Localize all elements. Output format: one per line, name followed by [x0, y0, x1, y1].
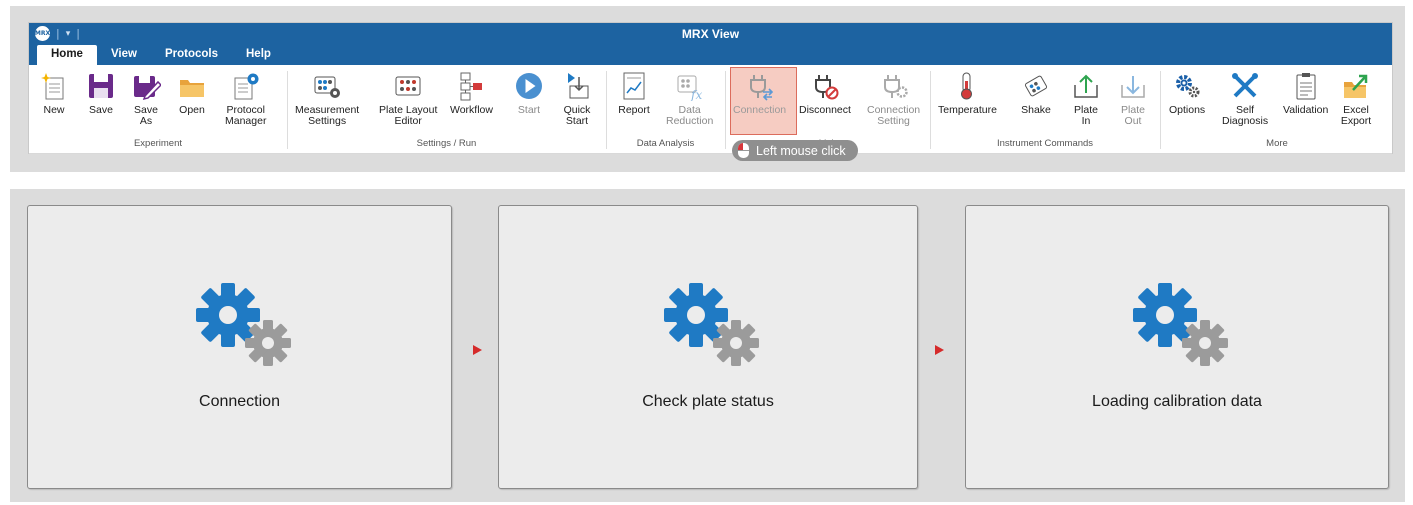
- play-icon: [512, 71, 546, 101]
- validation-icon: [1289, 71, 1323, 101]
- folder-icon: [175, 71, 209, 101]
- new-document-icon: [37, 71, 71, 101]
- options-gears-icon: [1170, 71, 1204, 101]
- data-reduction-button-label: Data Reduction: [666, 104, 714, 127]
- plug-connect-icon: [743, 71, 777, 101]
- ribbon-home: New Save Save As Open Protocol Manager M…: [29, 65, 1392, 154]
- plate-out-button-label: Plate Out: [1121, 104, 1145, 127]
- tab-view[interactable]: View: [97, 45, 151, 65]
- group-label-experiment: Experiment: [133, 138, 183, 149]
- mrx-view-window: MRX | ▾ | MRX View Home View Protocols H…: [28, 22, 1393, 154]
- disconnect-button[interactable]: Disconnect: [799, 71, 851, 116]
- plate-out-icon: [1116, 71, 1150, 101]
- mouse-left-click-icon: [738, 143, 749, 158]
- tab-protocols[interactable]: Protocols: [151, 45, 232, 65]
- report-button-label: Report: [618, 104, 650, 116]
- workflow-button-label: Workflow: [450, 104, 493, 116]
- plate-out-button[interactable]: Plate Out: [1116, 71, 1150, 127]
- new-button[interactable]: New: [37, 71, 71, 116]
- gears-icon: [1133, 283, 1228, 366]
- step-loading-calibration-data: Loading calibration data: [965, 205, 1389, 489]
- plate-layout-icon: [391, 71, 425, 101]
- save-button[interactable]: Save: [84, 71, 118, 116]
- shake-icon: [1019, 71, 1053, 101]
- temperature-button[interactable]: Temperature: [938, 71, 997, 116]
- group-label-instrument-commands: Instrument Commands: [996, 138, 1094, 149]
- validation-button[interactable]: Validation: [1283, 71, 1328, 116]
- window-title: MRX View: [681, 27, 740, 41]
- excel-export-icon: [1339, 71, 1373, 101]
- step-label: Check plate status: [642, 393, 774, 410]
- thermometer-icon: [950, 71, 984, 101]
- connection-setting-button[interactable]: Connection Setting: [867, 71, 920, 127]
- options-button[interactable]: Options: [1169, 71, 1205, 116]
- plate-layout-editor-button-label: Plate Layout Editor: [379, 104, 438, 127]
- save-as-button[interactable]: Save As: [129, 71, 163, 127]
- ribbon-tab-bar: Home View Protocols Help: [29, 45, 1392, 65]
- quick-start-button[interactable]: Quick Start: [560, 71, 594, 127]
- report-icon: [617, 71, 651, 101]
- gears-icon: [664, 283, 759, 366]
- tab-home[interactable]: Home: [37, 45, 97, 65]
- connection-button-label: Connection: [733, 104, 787, 116]
- connection-setting-icon: [877, 71, 911, 101]
- report-button[interactable]: Report: [617, 71, 651, 116]
- step-label: Loading calibration data: [1092, 393, 1262, 410]
- self-diagnosis-icon: [1228, 71, 1262, 101]
- validation-button-label: Validation: [1283, 104, 1329, 116]
- data-reduction-icon: fx: [673, 71, 707, 101]
- measurement-settings-icon: [310, 71, 344, 101]
- data-reduction-button[interactable]: fx Data Reduction: [666, 71, 713, 127]
- step-check-plate-status: Check plate status: [498, 205, 918, 489]
- disconnect-button-label: Disconnect: [799, 104, 851, 116]
- start-button-label: Start: [517, 104, 541, 116]
- plug-disconnect-icon: [808, 71, 842, 101]
- self-diagnosis-button-label: Self Diagnosis: [1222, 104, 1269, 127]
- options-button-label: Options: [1169, 104, 1206, 116]
- protocol-manager-button-label: Protocol Manager: [225, 104, 267, 127]
- callout-text: Left mouse click: [756, 143, 846, 158]
- workflow-button[interactable]: Workflow: [450, 71, 493, 116]
- save-as-icon: [129, 71, 163, 101]
- connection-setting-button-label: Connection Setting: [867, 104, 921, 127]
- save-button-label: Save: [89, 104, 113, 116]
- plate-in-icon: [1069, 71, 1103, 101]
- group-label-more: More: [1266, 138, 1288, 149]
- left-mouse-click-callout: Left mouse click: [732, 140, 858, 161]
- save-as-button-label: Save As: [134, 104, 158, 127]
- protocol-manager-button[interactable]: Protocol Manager: [225, 71, 266, 127]
- protocol-manager-icon: [229, 71, 263, 101]
- excel-export-button-label: Excel Export: [1340, 104, 1372, 127]
- svg-text:fx: fx: [690, 88, 702, 101]
- self-diagnosis-button[interactable]: Self Diagnosis: [1222, 71, 1268, 127]
- save-icon: [84, 71, 118, 101]
- connection-button[interactable]: Connection: [733, 71, 786, 116]
- open-button[interactable]: Open: [175, 71, 209, 116]
- gears-icon: [195, 283, 291, 366]
- temperature-button-label: Temperature: [938, 104, 997, 116]
- workflow-icon: [454, 71, 488, 101]
- new-button-label: New: [43, 104, 65, 116]
- step-arrow-icon: [935, 345, 944, 355]
- group-label-data-analysis: Data Analysis: [636, 138, 695, 149]
- open-button-label: Open: [179, 104, 205, 116]
- tab-help[interactable]: Help: [232, 45, 285, 65]
- step-arrow-icon: [473, 345, 482, 355]
- measurement-settings-button-label: Measurement Settings: [295, 104, 360, 127]
- plate-in-button[interactable]: Plate In: [1069, 71, 1103, 127]
- start-button[interactable]: Start: [512, 71, 546, 116]
- plate-layout-editor-button[interactable]: Plate Layout Editor: [379, 71, 437, 127]
- excel-export-button[interactable]: Excel Export: [1339, 71, 1373, 127]
- step-connection: Connection: [27, 205, 452, 489]
- group-label-settings-run: Settings / Run: [416, 138, 477, 149]
- quick-start-button-label: Quick Start: [563, 104, 591, 127]
- quick-start-icon: [560, 71, 594, 101]
- measurement-settings-button[interactable]: Measurement Settings: [295, 71, 359, 127]
- shake-button[interactable]: Shake: [1019, 71, 1053, 116]
- plate-in-button-label: Plate In: [1074, 104, 1098, 127]
- shake-button-label: Shake: [1021, 104, 1051, 116]
- title-bar: MRX | ▾ | MRX View: [29, 23, 1392, 45]
- step-label: Connection: [199, 393, 280, 410]
